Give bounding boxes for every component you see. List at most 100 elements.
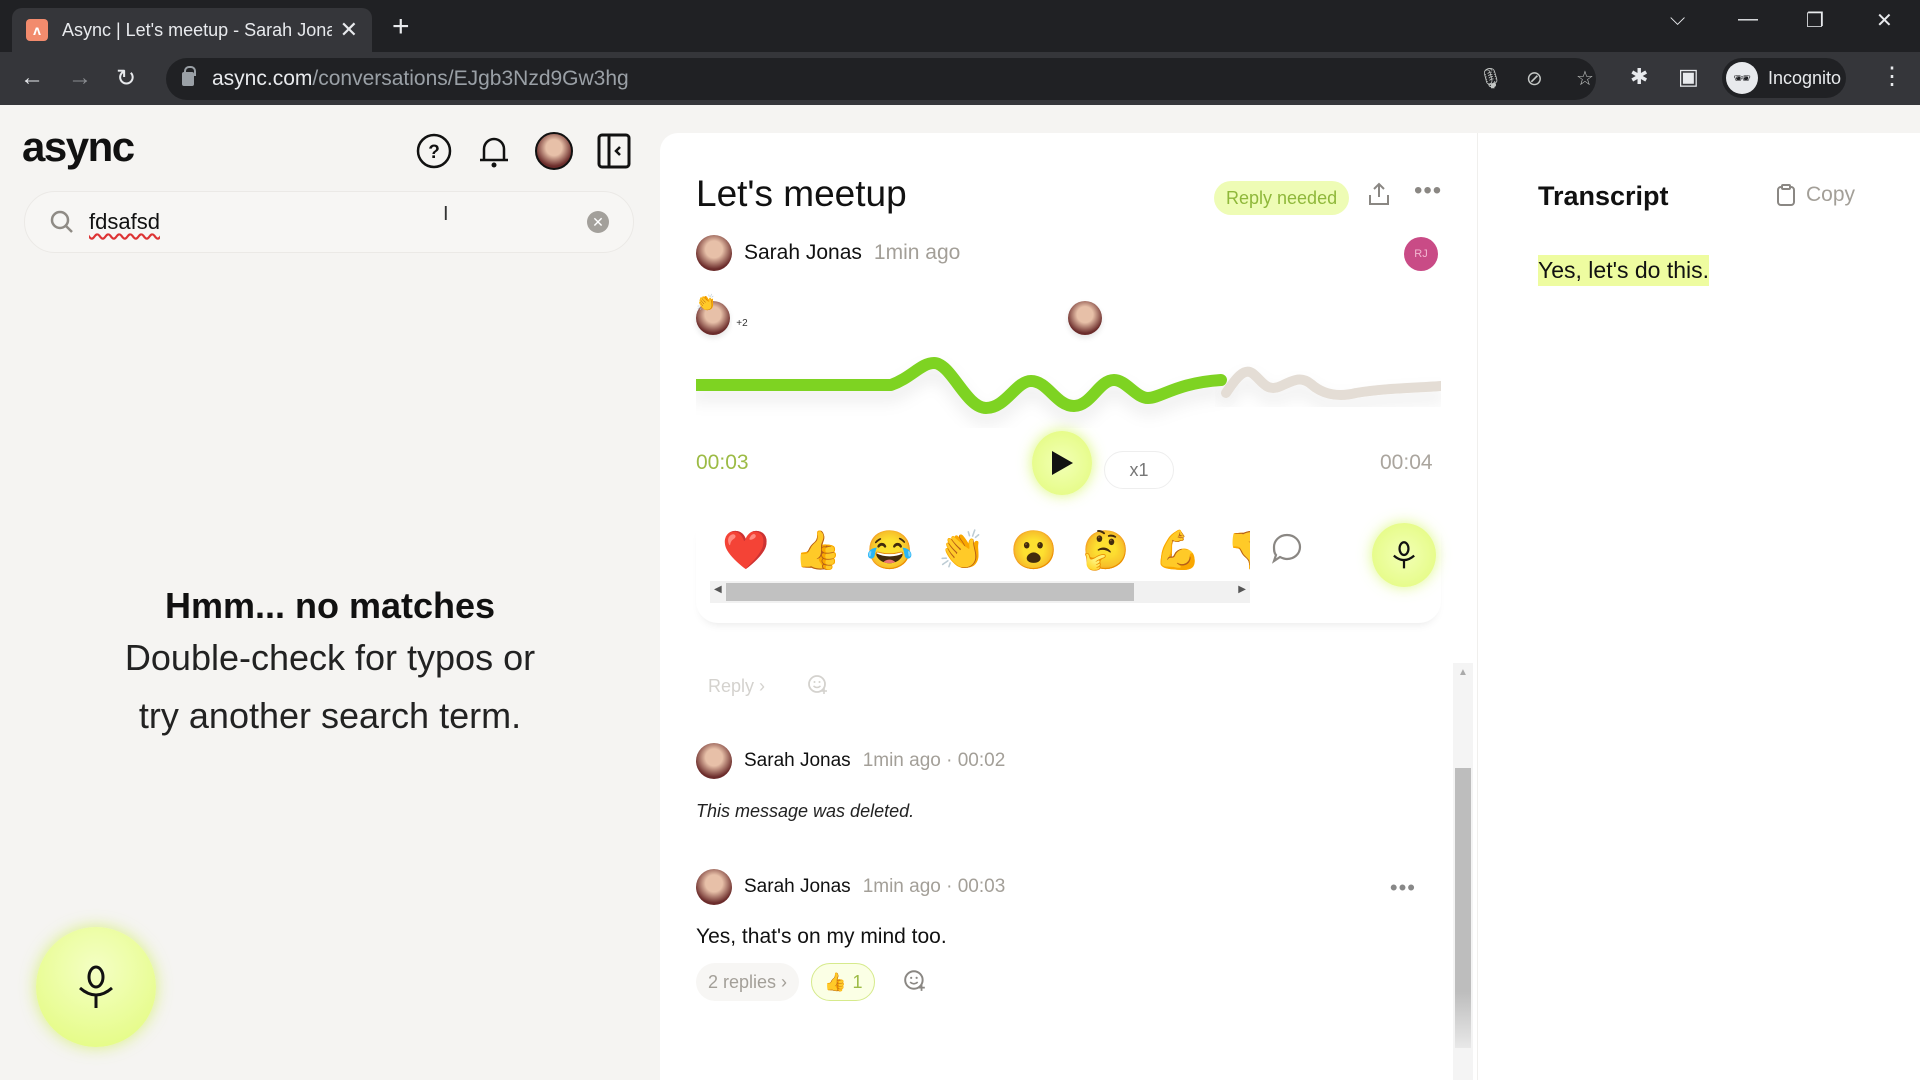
thumbs-up-reaction-icon[interactable]: 👍 xyxy=(782,529,854,573)
comment-bubble-icon[interactable] xyxy=(1270,531,1304,570)
incognito-icon: 🕶 xyxy=(1726,62,1758,94)
new-tab-button[interactable]: + xyxy=(392,10,410,44)
play-icon xyxy=(1052,451,1073,475)
waveform-unplayed xyxy=(1221,366,1441,400)
back-arrow-icon[interactable]: ← xyxy=(20,64,44,92)
reload-icon[interactable]: ↻ xyxy=(116,64,136,93)
scroll-left-arrow-icon[interactable]: ◀ xyxy=(714,584,722,595)
message-meta: 1min ago · 00:03 xyxy=(862,876,1006,897)
message-footer: 2 replies › 👍 1 xyxy=(696,963,1416,1001)
side-panel-icon[interactable]: ▣ xyxy=(1678,64,1699,90)
extensions-puzzle-icon[interactable]: ✱ xyxy=(1630,64,1648,90)
address-bar[interactable]: async.com/conversations/EJgb3Nzd9Gw3hg 🎙… xyxy=(166,58,1596,100)
svg-text:?: ? xyxy=(428,142,440,163)
emoji-reaction-list: ❤️ 👍 😂 👏 😮 🤔 💪 👎 xyxy=(710,529,1250,573)
thinking-face-reaction-icon[interactable]: 🤔 xyxy=(1070,529,1142,573)
message-author[interactable]: Sarah Jonas xyxy=(744,750,851,772)
scrollbar-thumb[interactable] xyxy=(726,583,1134,601)
total-time: 00:04 xyxy=(1380,451,1433,474)
message-thread: Reply › Sarah Jonas 1min ago · 00:02 Thi… xyxy=(660,663,1477,1080)
add-reaction-icon[interactable] xyxy=(903,968,927,997)
url-path: /conversations/EJgb3Nzd9Gw3hg xyxy=(312,67,629,90)
message-more-icon[interactable]: ••• xyxy=(1390,875,1416,901)
incognito-label: Incognito xyxy=(1768,67,1842,88)
empty-search-state: Hmm... no matches Double-check for typos… xyxy=(0,585,660,743)
async-logo[interactable]: async xyxy=(22,123,135,171)
message-author-avatar[interactable] xyxy=(696,743,732,779)
playback-speed-button[interactable]: x1 xyxy=(1104,451,1174,489)
thread-vertical-scrollbar[interactable]: ▲ xyxy=(1453,663,1473,1080)
record-button[interactable] xyxy=(36,927,156,1047)
message-meta: 1min ago · 00:02 xyxy=(862,750,1006,771)
restore-button[interactable]: ❐ xyxy=(1806,8,1824,33)
scrollbar-thumb[interactable] xyxy=(1455,768,1471,1048)
clap-reaction-icon: 👏 xyxy=(696,295,716,312)
tab-close-icon[interactable]: ✕ xyxy=(340,17,358,43)
clipboard-icon xyxy=(1777,184,1795,206)
tears-of-joy-reaction-icon[interactable]: 😂 xyxy=(854,529,926,573)
close-window-button[interactable]: ✕ xyxy=(1876,8,1893,33)
lock-icon xyxy=(182,66,196,86)
more-options-icon[interactable]: ••• xyxy=(1414,177,1442,205)
replies-button[interactable]: 2 replies › xyxy=(696,963,800,1001)
user-avatar[interactable] xyxy=(534,131,574,171)
search-icon xyxy=(50,210,73,233)
transcript-title: Transcript xyxy=(1538,181,1669,211)
conversation-panel: Let's meetup Reply needed ••• Sarah Jona… xyxy=(660,133,1477,1080)
clear-search-icon[interactable]: ✕ xyxy=(587,211,609,233)
transcript-panel: Transcript Copy Yes, let's do this. xyxy=(1477,133,1920,1080)
play-button[interactable] xyxy=(1032,431,1092,495)
empty-state-line-1: Double-check for typos or xyxy=(124,637,536,678)
status-badge: Reply needed xyxy=(1214,181,1350,215)
current-time: 00:03 xyxy=(696,451,749,474)
scroll-right-arrow-icon[interactable]: ▶ xyxy=(1238,584,1246,595)
microphone-icon xyxy=(79,965,113,1008)
search-query[interactable]: fdsafsd xyxy=(89,209,587,235)
clapping-hands-reaction-icon[interactable]: 👏 xyxy=(926,529,998,573)
tab-title: Async | Let's meetup - Sarah Jonas xyxy=(61,19,332,40)
incognito-profile-button[interactable]: 🕶 Incognito xyxy=(1722,58,1846,98)
eye-off-icon[interactable]: ⊘ xyxy=(1526,66,1543,91)
surprised-face-reaction-icon[interactable]: 😮 xyxy=(998,529,1070,573)
forward-arrow-icon[interactable]: → xyxy=(68,64,92,92)
collapse-sidebar-icon[interactable] xyxy=(594,131,634,171)
browser-tab[interactable]: ʌ Async | Let's meetup - Sarah Jonas ✕ xyxy=(12,8,372,52)
message-item: Sarah Jonas 1min ago · 00:03 ••• Yes, th… xyxy=(696,869,1416,1001)
microphone-icon xyxy=(1393,541,1415,569)
thumbs-up-reaction-button[interactable]: 👍 1 xyxy=(811,963,876,1001)
record-reply-button[interactable] xyxy=(1372,523,1436,587)
thread-actions: Reply › xyxy=(708,673,829,700)
participant-avatar[interactable]: RJ xyxy=(1404,237,1438,271)
microphone-icon[interactable]: 🎙 xyxy=(1478,66,1503,91)
author-name[interactable]: Sarah Jonas xyxy=(744,241,862,265)
message-author-avatar[interactable] xyxy=(696,869,732,905)
scroll-up-arrow-icon[interactable]: ▲ xyxy=(1458,667,1468,678)
message-author[interactable]: Sarah Jonas xyxy=(744,876,851,898)
emoji-horizontal-scrollbar[interactable]: ◀ ▶ xyxy=(710,581,1250,603)
reply-link[interactable]: Reply › xyxy=(708,676,765,697)
conversation-title: Let's meetup xyxy=(696,173,907,214)
copy-label: Copy xyxy=(1806,183,1856,206)
notifications-bell-icon[interactable] xyxy=(474,131,514,171)
reaction-avatar[interactable] xyxy=(1068,301,1102,335)
async-favicon-icon: ʌ xyxy=(26,19,48,41)
tab-search-chevron-icon[interactable]: ⌵ xyxy=(1670,8,1685,31)
waveform-played xyxy=(696,357,1227,414)
minimize-button[interactable]: — xyxy=(1738,8,1758,31)
reaction-count-badge: +2 xyxy=(732,313,752,333)
audio-waveform[interactable] xyxy=(696,338,1441,428)
add-reaction-icon[interactable] xyxy=(807,673,829,700)
heart-reaction-icon[interactable]: ❤️ xyxy=(710,529,782,573)
author-avatar[interactable] xyxy=(696,235,732,271)
flexed-biceps-reaction-icon[interactable]: 💪 xyxy=(1142,529,1214,573)
browser-menu-icon[interactable]: ⋮ xyxy=(1880,62,1904,91)
thumbs-down-reaction-icon[interactable]: 👎 xyxy=(1214,529,1250,573)
search-input[interactable]: fdsafsd ✕ xyxy=(24,191,634,253)
share-icon[interactable] xyxy=(1366,181,1392,214)
help-icon[interactable]: ? xyxy=(414,131,454,171)
browser-tabstrip: ʌ Async | Let's meetup - Sarah Jonas ✕ +… xyxy=(0,0,1920,52)
copy-transcript-button[interactable]: Copy xyxy=(1776,183,1855,207)
bookmark-star-icon[interactable]: ☆ xyxy=(1576,66,1594,91)
reaction-count: 1 xyxy=(852,971,863,992)
message-body: Yes, that's on my mind too. xyxy=(696,925,947,948)
